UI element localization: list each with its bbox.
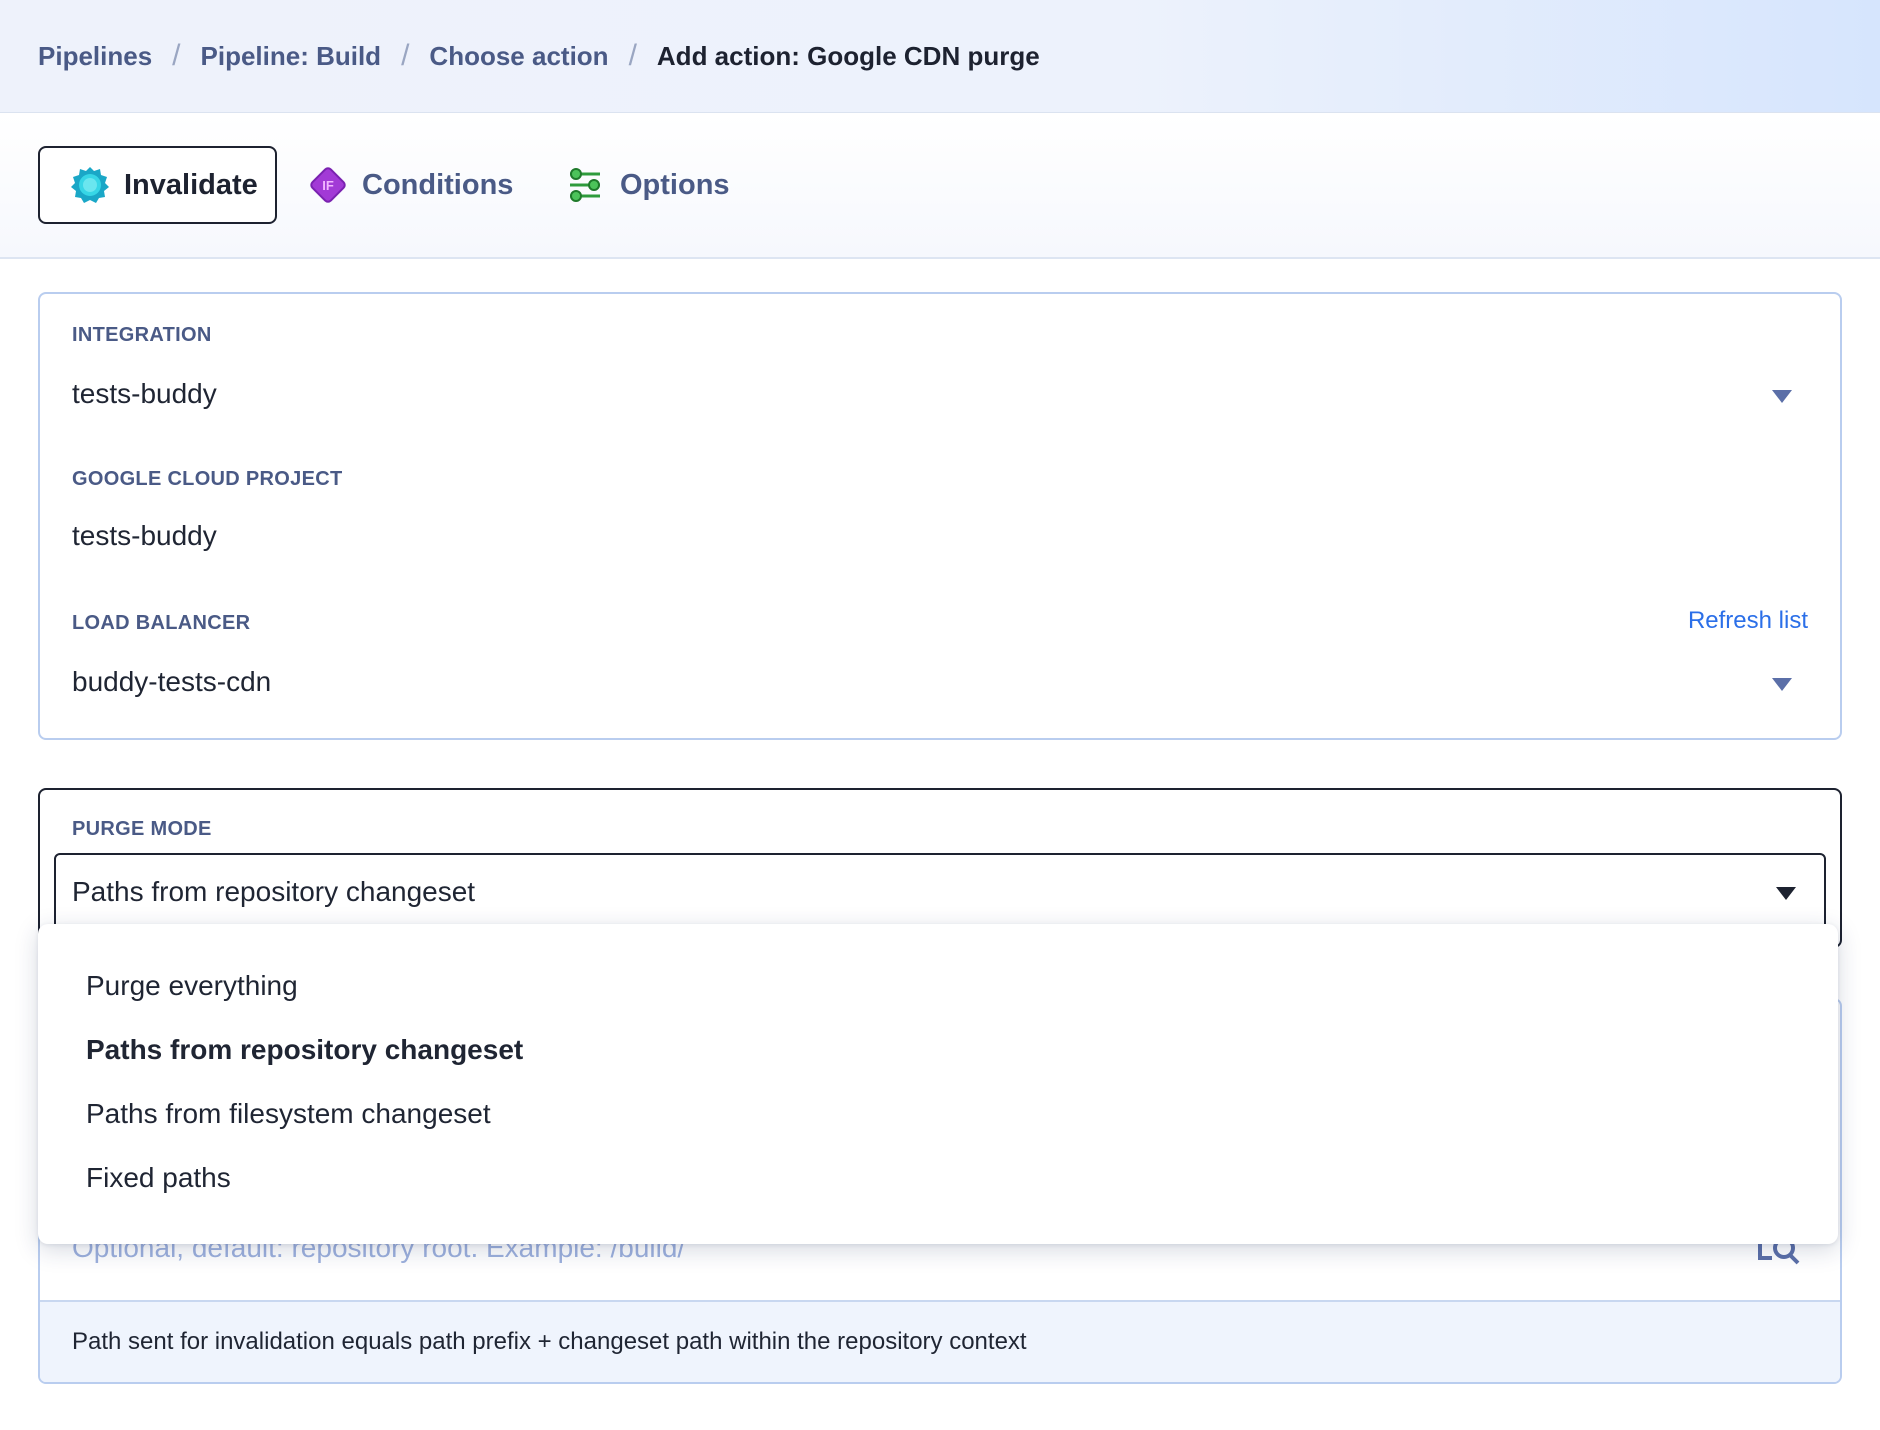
chevron-down-icon[interactable]: [1772, 390, 1792, 403]
breadcrumb: Pipelines / Pipeline: Build / Choose act…: [0, 0, 1880, 113]
dropdown-option-purge-everything[interactable]: Purge everything: [86, 970, 298, 1002]
tab-conditions[interactable]: IF Conditions: [308, 146, 513, 224]
dropdown-option-fixed-paths[interactable]: Fixed paths: [86, 1162, 231, 1194]
integration-label: INTEGRATION: [72, 324, 212, 347]
dropdown-option-filesystem-changeset[interactable]: Paths from filesystem changeset: [86, 1098, 491, 1130]
refresh-list-link[interactable]: Refresh list: [1688, 607, 1808, 635]
dropdown-option-repository-changeset[interactable]: Paths from repository changeset: [86, 1034, 523, 1066]
purge-mode-select[interactable]: Paths from repository changeset: [54, 853, 1826, 931]
project-label: GOOGLE CLOUD PROJECT: [72, 468, 342, 491]
integration-panel: INTEGRATION tests-buddy GOOGLE CLOUD PRO…: [38, 292, 1842, 740]
breadcrumb-separator: /: [172, 39, 180, 73]
svg-text:IF: IF: [322, 178, 334, 193]
breadcrumb-separator: /: [401, 39, 409, 73]
breadcrumb-choose-action[interactable]: Choose action: [429, 41, 608, 72]
load-balancer-label: LOAD BALANCER: [72, 612, 250, 635]
purge-mode-label: PURGE MODE: [72, 818, 212, 841]
if-diamond-icon: IF: [308, 165, 348, 205]
tab-options[interactable]: Options: [566, 146, 730, 224]
page-title: Add action: Google CDN purge: [657, 41, 1040, 72]
sliders-icon: [566, 165, 606, 205]
project-value: tests-buddy: [72, 520, 217, 552]
action-tabs: Invalidate IF Conditions Options: [0, 114, 1880, 259]
load-balancer-select[interactable]: buddy-tests-cdn: [72, 666, 271, 698]
chevron-down-icon[interactable]: [1772, 678, 1792, 691]
tab-invalidate-label: Invalidate: [124, 169, 258, 202]
breadcrumb-pipelines[interactable]: Pipelines: [38, 41, 152, 72]
chevron-down-icon[interactable]: [1776, 887, 1796, 900]
purge-mode-value: Paths from repository changeset: [72, 876, 475, 908]
tab-options-label: Options: [620, 169, 730, 202]
tab-conditions-label: Conditions: [362, 169, 513, 202]
gear-icon: [70, 165, 110, 205]
purge-mode-dropdown: Purge everything Paths from repository c…: [38, 924, 1838, 1244]
tab-invalidate[interactable]: Invalidate: [38, 146, 277, 224]
breadcrumb-separator: /: [629, 39, 637, 73]
integration-select[interactable]: tests-buddy: [72, 378, 217, 410]
breadcrumb-pipeline-build[interactable]: Pipeline: Build: [201, 41, 382, 72]
path-prefix-hint: Path sent for invalidation equals path p…: [40, 1300, 1840, 1382]
